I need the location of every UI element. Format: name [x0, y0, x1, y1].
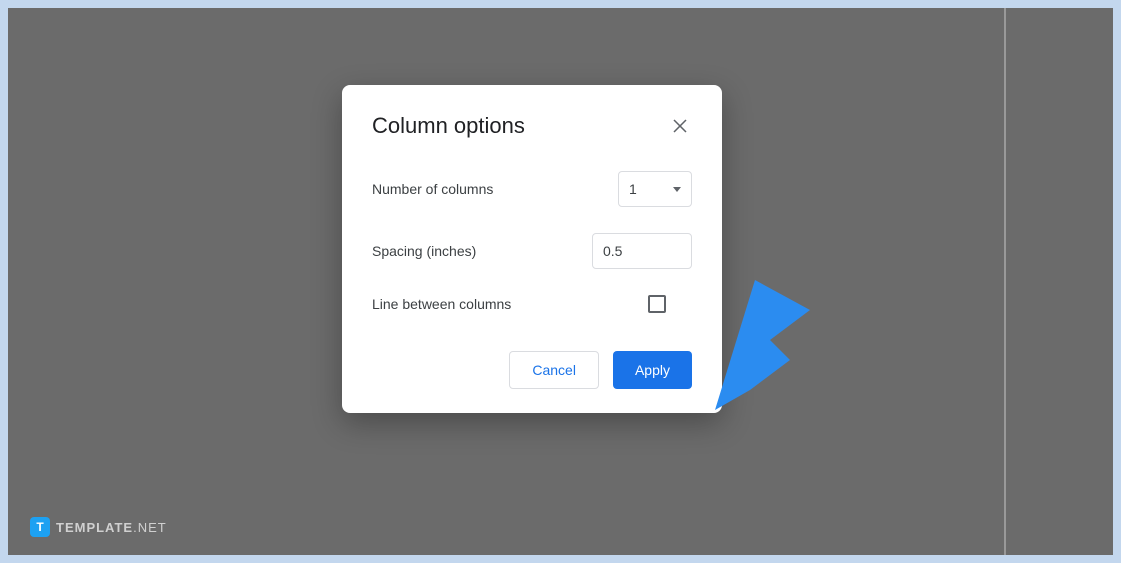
vertical-divider: [1004, 8, 1006, 555]
line-field-row: Line between columns: [372, 295, 692, 313]
column-options-dialog: Column options Number of columns 1 Spaci…: [342, 85, 722, 413]
columns-value: 1: [629, 181, 637, 197]
spacing-input[interactable]: [592, 233, 692, 269]
line-between-label: Line between columns: [372, 296, 511, 312]
apply-button[interactable]: Apply: [613, 351, 692, 389]
watermark-suffix: .NET: [133, 520, 167, 535]
spacing-field-row: Spacing (inches): [372, 233, 692, 269]
watermark: T TEMPLATE.NET: [30, 517, 167, 537]
watermark-text: TEMPLATE.NET: [56, 520, 167, 535]
columns-field-row: Number of columns 1: [372, 171, 692, 207]
line-between-checkbox[interactable]: [648, 295, 666, 313]
columns-dropdown[interactable]: 1: [618, 171, 692, 207]
caret-down-icon: [673, 187, 681, 192]
columns-label: Number of columns: [372, 181, 493, 197]
dialog-header: Column options: [372, 113, 692, 139]
watermark-logo-icon: T: [30, 517, 50, 537]
close-icon: [673, 119, 687, 133]
spacing-label: Spacing (inches): [372, 243, 476, 259]
dialog-title: Column options: [372, 113, 525, 139]
dialog-footer: Cancel Apply: [372, 351, 692, 389]
watermark-icon-letter: T: [36, 520, 43, 534]
watermark-brand: TEMPLATE: [56, 520, 133, 535]
cancel-button[interactable]: Cancel: [509, 351, 599, 389]
close-button[interactable]: [668, 114, 692, 138]
